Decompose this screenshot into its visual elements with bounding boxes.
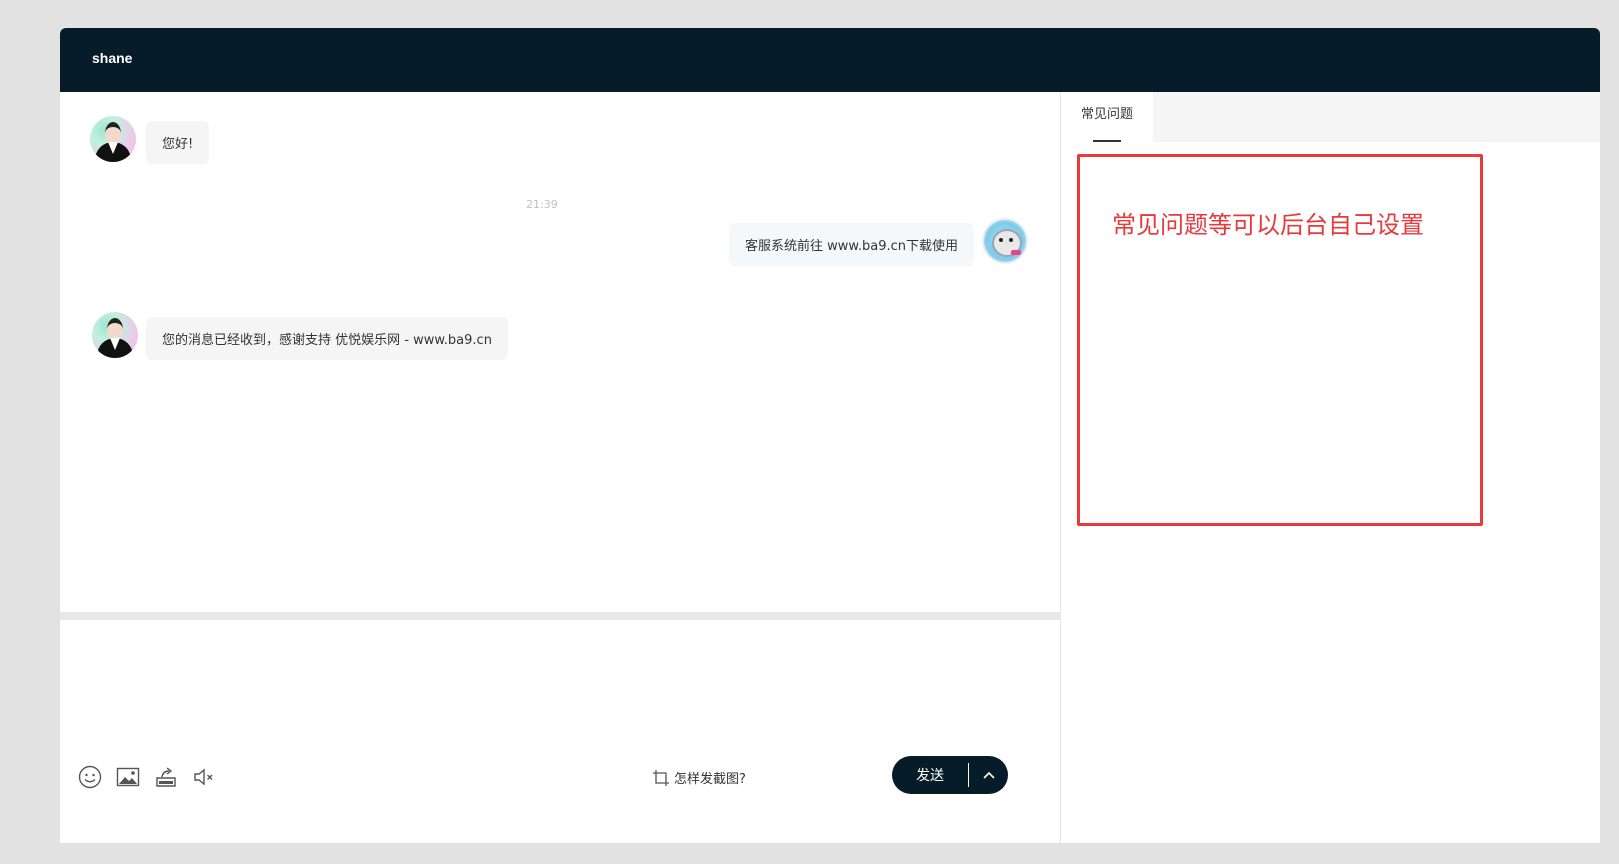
agent-avatar [90, 116, 136, 162]
send-options-button[interactable] [969, 771, 1008, 779]
chat-window: shane 您好! 21:39 客服系统前往 www.ba9.cn下载使用 您的… [60, 28, 1600, 843]
side-panel: 常见问题 常见问题等可以后台自己设置 [1060, 92, 1600, 843]
message-bubble: 您好! [146, 121, 210, 164]
message-agent: 您的消息已经收到，感谢支持 优悦娱乐网 - www.ba9.cn [92, 312, 508, 360]
input-divider[interactable] [60, 612, 1060, 620]
screenshot-help-link[interactable]: 怎样发截图? [652, 768, 746, 787]
message-user: 客服系统前往 www.ba9.cn下载使用 [729, 218, 1028, 266]
message-list[interactable]: 您好! 21:39 客服系统前往 www.ba9.cn下载使用 您的消息已经收到… [60, 92, 1060, 662]
screenshot-help-label: 怎样发截图? [674, 772, 746, 787]
send-button-group: 发送 [892, 756, 1008, 794]
chevron-up-icon [982, 771, 995, 779]
message-bubble: 客服系统前往 www.ba9.cn下载使用 [729, 223, 974, 266]
message-timestamp: 21:39 [526, 198, 558, 211]
tab-faq[interactable]: 常见问题 [1061, 92, 1153, 142]
send-button[interactable]: 发送 [892, 765, 968, 785]
file-upload-icon[interactable] [154, 765, 178, 789]
header-bar: shane [60, 28, 1600, 92]
faq-annotation-box: 常见问题等可以后台自己设置 [1077, 154, 1483, 526]
message-bubble: 您的消息已经收到，感谢支持 优悦娱乐网 - www.ba9.cn [146, 317, 508, 360]
tab-faq-label: 常见问题 [1080, 107, 1133, 122]
faq-note: 常见问题等可以后台自己设置 [1112, 211, 1424, 239]
agent-avatar [92, 312, 138, 358]
image-icon[interactable] [116, 765, 140, 789]
emoji-icon[interactable] [78, 765, 102, 789]
input-toolbar [78, 765, 216, 789]
message-input[interactable]: 怎样发截图? 发送 [60, 620, 1060, 843]
tab-active-indicator [1093, 140, 1121, 142]
message-agent: 您好! [90, 116, 210, 164]
side-tabbar: 常见问题 [1061, 92, 1600, 142]
chat-title: shane [92, 50, 133, 66]
user-avatar [982, 218, 1028, 264]
mute-icon[interactable] [192, 765, 216, 789]
crop-icon [653, 769, 669, 786]
